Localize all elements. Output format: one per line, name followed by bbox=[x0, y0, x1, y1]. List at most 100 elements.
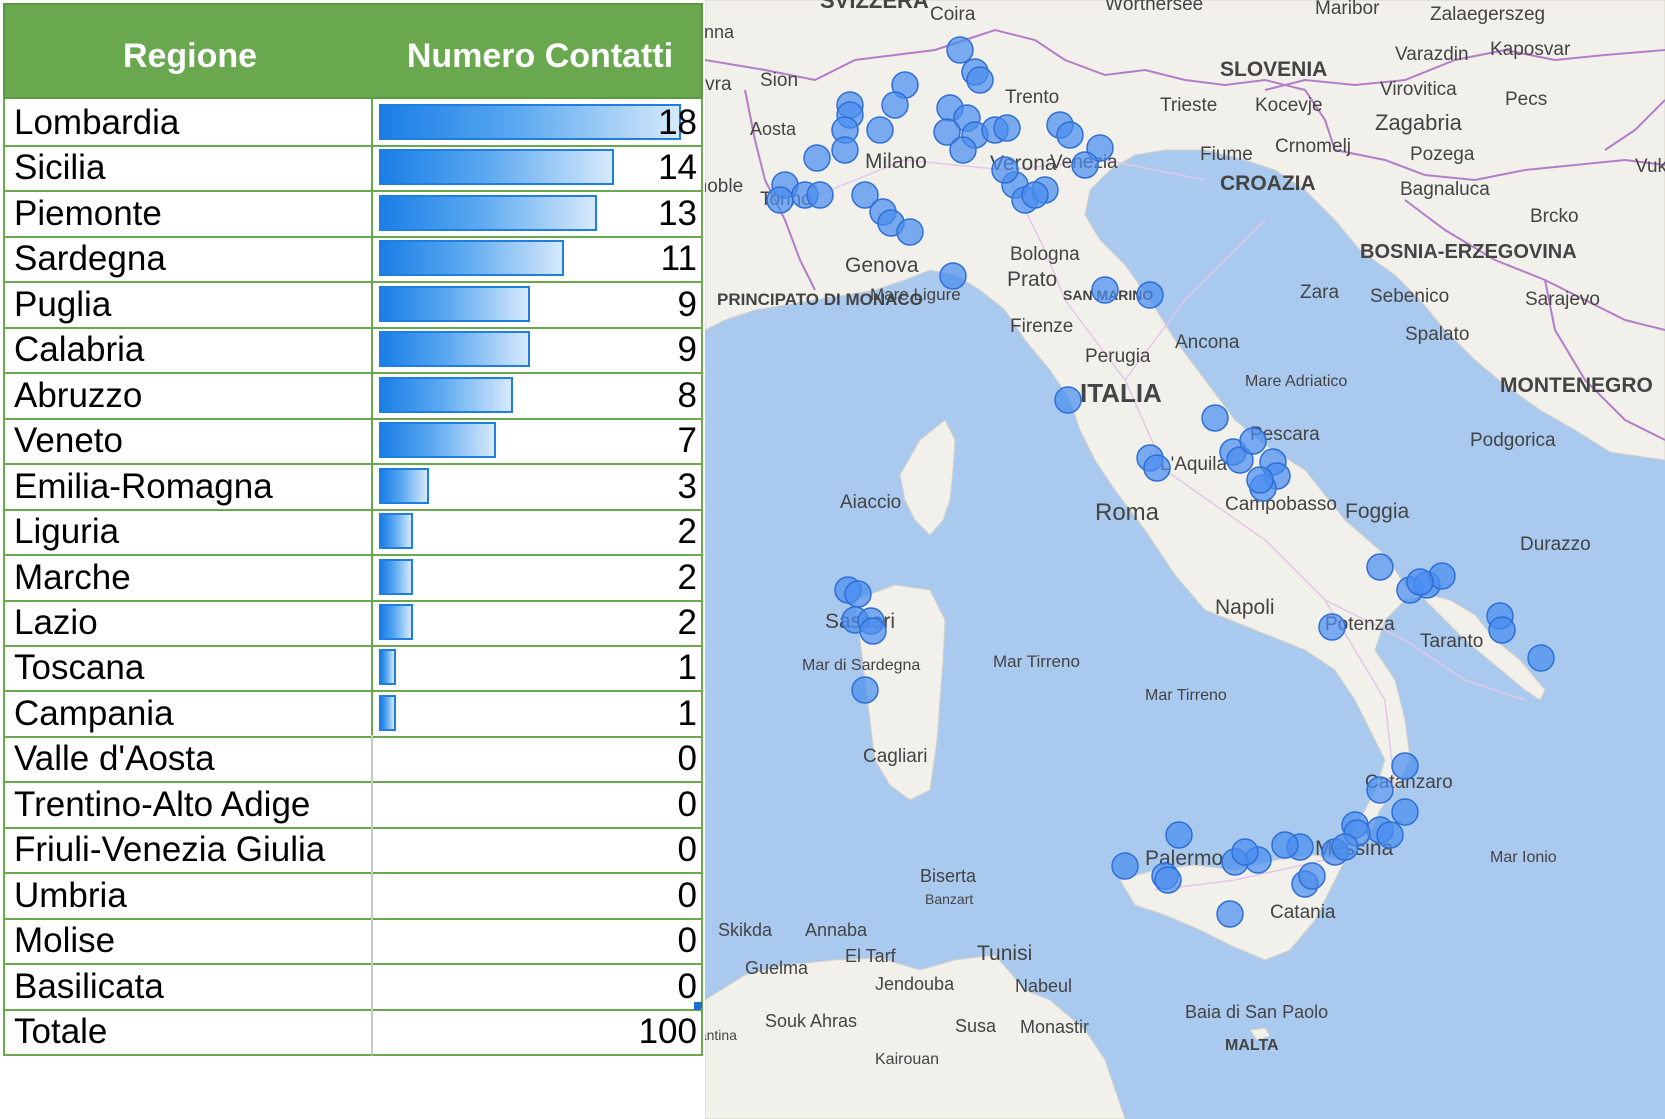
table-row[interactable]: Sardegna 11 bbox=[3, 235, 703, 284]
region-name[interactable]: Piemonte bbox=[3, 189, 373, 238]
table-row[interactable]: Basilicata 0 bbox=[3, 962, 703, 1011]
region-name[interactable]: Lombardia bbox=[3, 99, 373, 147]
table-row[interactable]: Puglia 9 bbox=[3, 280, 703, 329]
contact-marker[interactable] bbox=[1391, 752, 1419, 780]
region-name[interactable]: Basilicata bbox=[3, 962, 373, 1011]
table-row[interactable]: Calabria 9 bbox=[3, 326, 703, 375]
contact-marker[interactable] bbox=[1136, 281, 1164, 309]
contact-marker[interactable] bbox=[1111, 852, 1139, 880]
region-name[interactable]: Campania bbox=[3, 689, 373, 738]
map-canvas[interactable]: SVIZZERACoira Wörthersee Maribor Zalaegersz… bbox=[705, 0, 1665, 1119]
total-cell[interactable]: 100 bbox=[373, 1008, 703, 1056]
contact-marker[interactable] bbox=[806, 181, 834, 209]
region-name[interactable]: Valle d'Aosta bbox=[3, 735, 373, 784]
contact-marker[interactable] bbox=[866, 116, 894, 144]
contacts-cell[interactable]: 3 bbox=[373, 462, 703, 511]
region-name[interactable]: Sicilia bbox=[3, 144, 373, 193]
contacts-cell[interactable]: 8 bbox=[373, 371, 703, 420]
contacts-cell[interactable]: 11 bbox=[373, 235, 703, 284]
region-name[interactable]: Friuli-Venezia Giulia bbox=[3, 826, 373, 875]
table-row[interactable]: Molise 0 bbox=[3, 917, 703, 966]
contact-marker[interactable] bbox=[993, 114, 1021, 142]
table-row[interactable]: Abruzzo 8 bbox=[3, 371, 703, 420]
contact-marker[interactable] bbox=[1298, 862, 1326, 890]
contact-marker[interactable] bbox=[1154, 866, 1182, 894]
contact-marker[interactable] bbox=[1406, 568, 1434, 596]
contact-marker[interactable] bbox=[1056, 121, 1084, 149]
contact-marker[interactable] bbox=[966, 66, 994, 94]
contacts-cell[interactable]: 9 bbox=[373, 280, 703, 329]
contact-marker[interactable] bbox=[1366, 553, 1394, 581]
contacts-cell[interactable]: 14 bbox=[373, 144, 703, 193]
table-row[interactable]: Umbria 0 bbox=[3, 871, 703, 920]
contacts-cell[interactable]: 1 bbox=[373, 644, 703, 693]
region-name[interactable]: Marche bbox=[3, 553, 373, 602]
contact-marker[interactable] bbox=[844, 580, 872, 608]
contact-marker[interactable] bbox=[1391, 798, 1419, 826]
table-row[interactable]: Lazio 2 bbox=[3, 598, 703, 647]
contact-marker[interactable] bbox=[1071, 151, 1099, 179]
table-row[interactable]: Piemonte 13 bbox=[3, 189, 703, 238]
region-name[interactable]: Lazio bbox=[3, 598, 373, 647]
contact-marker[interactable] bbox=[1239, 427, 1267, 455]
map-view[interactable]: SVIZZERA Coira Wörthersee Maribor Zalaegersz… bbox=[705, 0, 1665, 1119]
contacts-cell[interactable]: 2 bbox=[373, 553, 703, 602]
contact-marker[interactable] bbox=[1366, 776, 1394, 804]
region-name[interactable]: Abruzzo bbox=[3, 371, 373, 420]
total-label[interactable]: Totale bbox=[3, 1008, 373, 1056]
contact-marker[interactable] bbox=[1318, 613, 1346, 641]
contact-marker[interactable] bbox=[1376, 821, 1404, 849]
contacts-cell[interactable]: 13 bbox=[373, 189, 703, 238]
table-row[interactable]: Toscana 1 bbox=[3, 644, 703, 693]
region-name[interactable]: Veneto bbox=[3, 417, 373, 466]
contacts-cell[interactable]: 1 bbox=[373, 689, 703, 738]
region-name[interactable]: Molise bbox=[3, 917, 373, 966]
table-row[interactable]: Lombardia 18 bbox=[3, 99, 703, 147]
contacts-cell[interactable]: 9 bbox=[373, 326, 703, 375]
region-name[interactable]: Trentino-Alto Adige bbox=[3, 780, 373, 829]
table-row[interactable]: Liguria 2 bbox=[3, 508, 703, 557]
total-row[interactable]: Totale 100 bbox=[3, 1008, 703, 1056]
contact-marker[interactable] bbox=[851, 676, 879, 704]
contact-marker[interactable] bbox=[1021, 181, 1049, 209]
region-name[interactable]: Emilia-Romagna bbox=[3, 462, 373, 511]
contacts-cell[interactable]: 2 bbox=[373, 598, 703, 647]
contact-marker[interactable] bbox=[1331, 833, 1359, 861]
region-name[interactable]: Umbria bbox=[3, 871, 373, 920]
contact-marker[interactable] bbox=[946, 36, 974, 64]
contact-marker[interactable] bbox=[881, 91, 909, 119]
table-row[interactable]: Friuli-Venezia Giulia 0 bbox=[3, 826, 703, 875]
contact-marker[interactable] bbox=[991, 156, 1019, 184]
contacts-cell[interactable]: 0 bbox=[373, 735, 703, 784]
contacts-cell[interactable]: 2 bbox=[373, 508, 703, 557]
contact-marker[interactable] bbox=[831, 136, 859, 164]
region-name[interactable]: Puglia bbox=[3, 280, 373, 329]
contacts-cell[interactable]: 0 bbox=[373, 962, 703, 1011]
contact-marker[interactable] bbox=[949, 136, 977, 164]
table-row[interactable]: Veneto 7 bbox=[3, 417, 703, 466]
contact-marker[interactable] bbox=[1271, 831, 1299, 859]
contact-marker[interactable] bbox=[1216, 900, 1244, 928]
contact-marker[interactable] bbox=[1527, 644, 1555, 672]
table-row[interactable]: Campania 1 bbox=[3, 689, 703, 738]
contact-marker[interactable] bbox=[1165, 821, 1193, 849]
table-row[interactable]: Marche 2 bbox=[3, 553, 703, 602]
contact-marker[interactable] bbox=[859, 617, 887, 645]
contacts-cell[interactable]: 0 bbox=[373, 917, 703, 966]
contacts-cell[interactable]: 0 bbox=[373, 826, 703, 875]
contact-marker[interactable] bbox=[1091, 276, 1119, 304]
contacts-cell[interactable]: 18 bbox=[373, 99, 703, 147]
contacts-cell[interactable]: 0 bbox=[373, 780, 703, 829]
region-name[interactable]: Toscana bbox=[3, 644, 373, 693]
table-row[interactable]: Trentino-Alto Adige 0 bbox=[3, 780, 703, 829]
contact-marker[interactable] bbox=[1201, 404, 1229, 432]
table-row[interactable]: Valle d'Aosta 0 bbox=[3, 735, 703, 784]
contact-marker[interactable] bbox=[939, 262, 967, 290]
contact-marker[interactable] bbox=[803, 144, 831, 172]
contact-marker[interactable] bbox=[1231, 838, 1259, 866]
contact-marker[interactable] bbox=[1246, 466, 1274, 494]
contact-marker[interactable] bbox=[766, 186, 794, 214]
contacts-cell[interactable]: 7 bbox=[373, 417, 703, 466]
region-name[interactable]: Calabria bbox=[3, 326, 373, 375]
contact-marker[interactable] bbox=[1054, 386, 1082, 414]
